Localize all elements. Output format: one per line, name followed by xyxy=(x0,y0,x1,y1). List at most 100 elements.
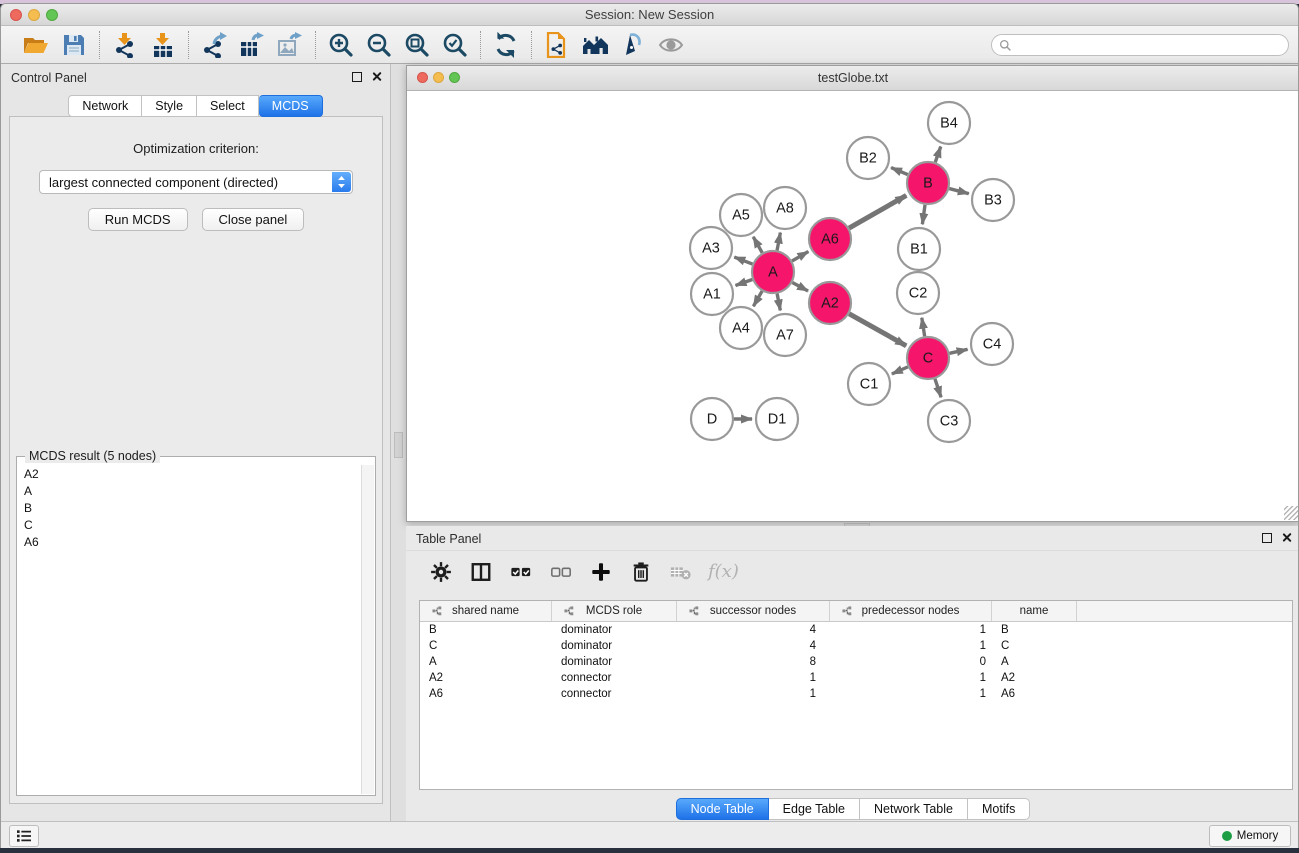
edge-A2-C[interactable] xyxy=(849,314,906,346)
network-window-titlebar[interactable]: testGlobe.txt xyxy=(407,66,1299,91)
tab-motifs[interactable]: Motifs xyxy=(968,798,1030,820)
table-cell[interactable]: 1 xyxy=(830,688,992,700)
tab-style[interactable]: Style xyxy=(142,95,197,117)
deselect-all-icon[interactable] xyxy=(548,559,574,585)
edge-B-B4[interactable] xyxy=(935,147,940,163)
table-row[interactable]: Adominator80A xyxy=(420,654,1292,670)
tab-select[interactable]: Select xyxy=(197,95,259,117)
table-cell[interactable]: 0 xyxy=(830,656,992,668)
node-B4[interactable]: B4 xyxy=(928,102,970,144)
result-scrollbar[interactable] xyxy=(361,465,374,794)
column-header-predecessor-nodes[interactable]: predecessor nodes xyxy=(830,601,992,621)
table-cell[interactable]: A2 xyxy=(420,672,552,684)
node-A7[interactable]: A7 xyxy=(764,314,806,356)
home-icon[interactable] xyxy=(580,30,610,60)
table-cell[interactable]: A6 xyxy=(420,688,552,700)
table-cell[interactable]: A2 xyxy=(992,672,1077,684)
node-A3[interactable]: A3 xyxy=(690,227,732,269)
gear-icon[interactable] xyxy=(428,559,454,585)
table-cell[interactable]: 4 xyxy=(677,624,830,636)
node-A2[interactable]: A2 xyxy=(809,282,851,324)
result-item[interactable]: A2 xyxy=(18,465,360,482)
save-icon[interactable] xyxy=(59,30,89,60)
table-cell[interactable]: 1 xyxy=(677,688,830,700)
tab-node-table[interactable]: Node Table xyxy=(676,798,769,820)
float-panel-icon[interactable] xyxy=(352,72,362,82)
node-A5[interactable]: A5 xyxy=(720,194,762,236)
function-builder-icon[interactable]: f(x) xyxy=(708,561,739,582)
table-float-panel-icon[interactable] xyxy=(1262,533,1272,543)
edge-A-A3[interactable] xyxy=(734,257,752,264)
column-header-MCDS-role[interactable]: MCDS role xyxy=(552,601,677,621)
node-C[interactable]: C xyxy=(907,337,949,379)
export-table-icon[interactable] xyxy=(237,30,267,60)
vertical-splitter-handle[interactable] xyxy=(394,432,403,458)
edge-A-A1[interactable] xyxy=(736,279,753,285)
edge-C-C2[interactable] xyxy=(922,318,925,337)
zoom-selected-icon[interactable] xyxy=(440,30,470,60)
close-panel-icon[interactable] xyxy=(371,71,382,82)
table-cell[interactable]: A xyxy=(992,656,1077,668)
memory-button[interactable]: Memory xyxy=(1209,825,1291,847)
table-cell[interactable]: 8 xyxy=(677,656,830,668)
edge-B-B1[interactable] xyxy=(922,205,925,224)
node-B1[interactable]: B1 xyxy=(898,228,940,270)
table-row[interactable]: A2connector11A2 xyxy=(420,670,1292,686)
window-resize-grip[interactable] xyxy=(1284,506,1298,520)
table-cell[interactable]: B xyxy=(992,624,1077,636)
node-A1[interactable]: A1 xyxy=(691,273,733,315)
table-cell[interactable]: B xyxy=(420,624,552,636)
edge-A-A4[interactable] xyxy=(753,291,762,306)
table-cell[interactable]: dominator xyxy=(552,640,677,652)
criterion-dropdown[interactable]: largest connected component (directed) xyxy=(39,170,353,194)
table-cell[interactable]: 1 xyxy=(830,624,992,636)
table-cell[interactable]: A6 xyxy=(992,688,1077,700)
table-cell[interactable]: connector xyxy=(552,688,677,700)
import-table-icon[interactable] xyxy=(148,30,178,60)
search-input[interactable] xyxy=(1016,36,1288,54)
run-mcds-button[interactable]: Run MCDS xyxy=(88,208,188,231)
edge-C-C3[interactable] xyxy=(935,379,941,397)
node-D1[interactable]: D1 xyxy=(756,398,798,440)
result-item[interactable]: A xyxy=(18,482,360,499)
open-folder-icon[interactable] xyxy=(21,30,51,60)
table-row[interactable]: A6connector11A6 xyxy=(420,686,1292,702)
select-all-icon[interactable] xyxy=(508,559,534,585)
network-canvas[interactable]: B4B2BB3A5A8A6A3B1AA1C2A2A4A7C4CC1C3DD1 xyxy=(407,91,1299,521)
edge-C-C4[interactable] xyxy=(949,349,967,353)
edge-A-A2[interactable] xyxy=(792,283,808,292)
node-D[interactable]: D xyxy=(691,398,733,440)
export-image-icon[interactable] xyxy=(275,30,305,60)
visual-style-icon[interactable] xyxy=(618,30,648,60)
table-cell[interactable]: 1 xyxy=(830,672,992,684)
node-B[interactable]: B xyxy=(907,162,949,204)
node-A4[interactable]: A4 xyxy=(720,307,762,349)
column-header-shared-name[interactable]: shared name xyxy=(420,601,552,621)
zoom-fit-icon[interactable] xyxy=(402,30,432,60)
node-C4[interactable]: C4 xyxy=(971,323,1013,365)
node-B3[interactable]: B3 xyxy=(972,179,1014,221)
table-cell[interactable]: connector xyxy=(552,672,677,684)
add-row-icon[interactable] xyxy=(588,559,614,585)
node-A6[interactable]: A6 xyxy=(809,218,851,260)
table-cell[interactable]: dominator xyxy=(552,656,677,668)
task-history-button[interactable] xyxy=(9,825,39,847)
result-item[interactable]: C xyxy=(18,516,360,533)
result-item[interactable]: A6 xyxy=(18,533,360,550)
app-titlebar[interactable]: Session: New Session xyxy=(1,4,1298,26)
table-cell[interactable]: C xyxy=(992,640,1077,652)
table-cell[interactable]: 1 xyxy=(677,672,830,684)
tab-mcds[interactable]: MCDS xyxy=(259,95,323,117)
table-cell[interactable]: dominator xyxy=(552,624,677,636)
search-field[interactable] xyxy=(991,34,1289,56)
column-header-successor-nodes[interactable]: successor nodes xyxy=(677,601,830,621)
edge-A-A5[interactable] xyxy=(753,237,762,253)
eye-icon[interactable] xyxy=(656,30,686,60)
zoom-out-icon[interactable] xyxy=(364,30,394,60)
node-A8[interactable]: A8 xyxy=(764,187,806,229)
zoom-in-icon[interactable] xyxy=(326,30,356,60)
export-network-icon[interactable] xyxy=(199,30,229,60)
edge-B-B3[interactable] xyxy=(949,189,969,194)
table-cell[interactable]: 1 xyxy=(830,640,992,652)
node-C3[interactable]: C3 xyxy=(928,400,970,442)
